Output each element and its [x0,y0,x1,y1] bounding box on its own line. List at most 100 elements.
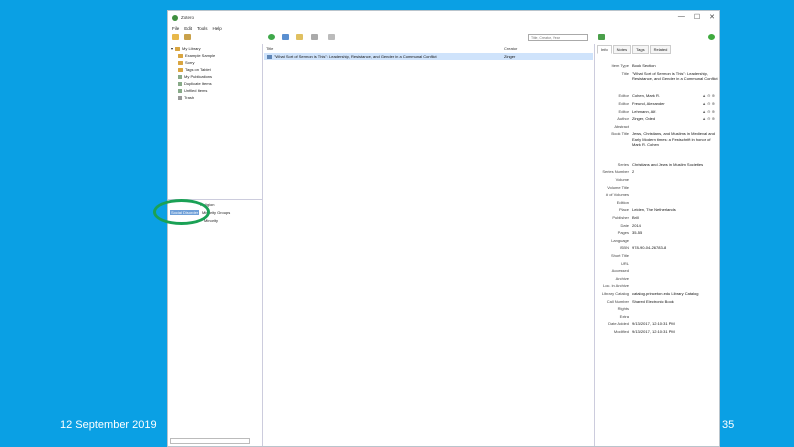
field-value[interactable]: Leiden, The Netherlands [632,207,718,213]
slide-date: 12 September 2019 [60,419,157,431]
field-label: Library Catalog [601,291,629,296]
items-pane: Title Creator "What Sort of Sermon is Th… [264,44,593,446]
creator-controls-icon[interactable]: ▲ ⊖ ⊕ [702,93,715,98]
creator-controls-icon[interactable]: ▲ ⊖ ⊕ [702,109,715,114]
collection-item[interactable]: Tags on Tablet [178,67,211,73]
maximize-button[interactable]: ☐ [694,13,700,21]
field-value[interactable]: Brill [632,215,718,221]
tab-tags[interactable]: Tags [632,45,649,54]
add-by-identifier-icon[interactable] [282,34,289,40]
field-label: Loc. in Archive [602,283,629,289]
field-value[interactable]: Jews, Christians, and Muslims in Medieva… [632,131,718,148]
my-library-node[interactable]: ▾ My Library [171,46,201,52]
field-label: Book Title [611,131,629,137]
field-label: Date [620,222,629,228]
field-label: Pages [617,230,629,236]
field-label: Date Added [608,321,629,327]
field-label: ISBN [619,245,629,251]
table-row[interactable]: "What Sort of Sermon is This": Leadershi… [264,53,593,60]
field-value[interactable]: 2 [632,169,718,175]
item-title: "What Sort of Sermon is This": Leadershi… [274,54,437,59]
tab-notes[interactable]: Notes [612,45,632,54]
menu-file[interactable]: File [172,26,179,31]
collection-item[interactable]: Trash [178,95,194,101]
library-icon [175,47,181,51]
collection-item[interactable]: Unfiled Items [178,88,207,94]
menu-help[interactable]: Help [213,26,222,31]
new-library-icon[interactable] [184,34,191,40]
field-value[interactable]: Christians and Jews in Muslim Societies [632,162,718,168]
field-label: Edition [616,199,629,205]
title-bar: Zotero — ☐ ✕ [168,11,719,24]
folder-icon [178,68,183,72]
field-label: Archive [615,275,629,281]
field-label: Series [617,161,629,167]
collection-item[interactable]: My Publications [178,74,212,80]
creator-controls-icon[interactable]: ▲ ⊖ ⊕ [702,116,715,121]
chevron-down-icon: ▾ [171,46,174,51]
field-value[interactable]: 978-90-04-26783-8 [632,245,718,251]
sync-icon[interactable] [328,34,335,40]
menu-edit[interactable]: Edit [184,26,192,31]
field-value[interactable]: 2014 [632,223,718,229]
menu-bar: File Edit Tools Help [168,24,222,32]
duplicates-icon [178,82,182,86]
field-label: Volume [615,177,629,182]
field-value[interactable]: Book Section [632,63,718,69]
tag-selector: Religion Social Disorder Minority Groups… [168,199,263,446]
search-input[interactable] [528,34,588,41]
highlight-ring [153,199,210,225]
field-label: Series Number [602,169,629,175]
field-label: # of Volumes [605,192,629,198]
tag-item[interactable]: Minority [204,218,218,223]
collection-item[interactable]: Example Sample [178,53,215,59]
sync-status-icon[interactable] [708,34,715,40]
field-label: Publisher [612,215,629,220]
book-section-icon [267,54,272,59]
new-note-icon[interactable] [296,34,303,40]
field-label: Language [611,237,629,243]
tab-related[interactable]: Related [649,45,672,54]
field-value[interactable]: 9/13/2017, 12:10:31 PM [632,321,718,327]
field-value[interactable]: 9/13/2017, 12:10:31 PM [632,329,718,335]
field-label: Modified [613,329,629,334]
unfiled-icon [178,89,182,93]
field-label: Author [617,116,629,122]
field-label: Accessed [611,268,629,274]
field-value[interactable]: 35-55 [632,230,718,236]
field-label: Place [618,207,629,213]
zotero-window: Zotero — ☐ ✕ File Edit Tools Help ▾ My L… [167,10,720,447]
collection-item[interactable]: Duplicate Items [178,81,212,87]
field-value[interactable]: "What Sort of Sermon is This": Leadershi… [632,71,718,82]
publications-icon [178,75,182,79]
minimize-button[interactable]: — [678,13,685,21]
field-label: Abstract [614,123,629,129]
item-creator: Zinger [504,54,516,59]
attachment-icon[interactable] [311,34,318,40]
folder-icon [178,61,183,65]
close-button[interactable]: ✕ [709,13,715,21]
field-value[interactable]: catalog.princeton.edu Library Catalog [632,291,718,297]
new-item-icon[interactable] [268,34,275,40]
tag-filter-input[interactable] [170,438,250,444]
field-label: Extra [619,313,629,319]
field-label: URL [620,260,629,266]
trash-icon [178,96,182,100]
field-value[interactable]: Shared Electronic Book [632,299,718,305]
field-label: Rights [617,306,629,312]
tab-info[interactable]: Info [597,45,612,54]
creator-controls-icon[interactable]: ▲ ⊖ ⊕ [702,101,715,106]
item-pane: Info Notes Tags Related Item Type Book Se… [594,44,719,446]
column-header-title[interactable]: Title [266,46,273,51]
field-label: Editor [618,93,629,99]
new-collection-icon[interactable] [172,34,179,40]
field-label: Title [621,70,629,76]
column-header-creator[interactable]: Creator [504,46,517,51]
slide-page-number: 35 [722,419,735,431]
folder-icon [178,54,183,58]
locate-icon[interactable] [598,34,605,40]
menu-tools[interactable]: Tools [197,26,208,31]
field-label: Editor [618,101,629,106]
field-label: Short Title [610,253,629,258]
collection-item[interactable]: Sorry [178,60,195,66]
